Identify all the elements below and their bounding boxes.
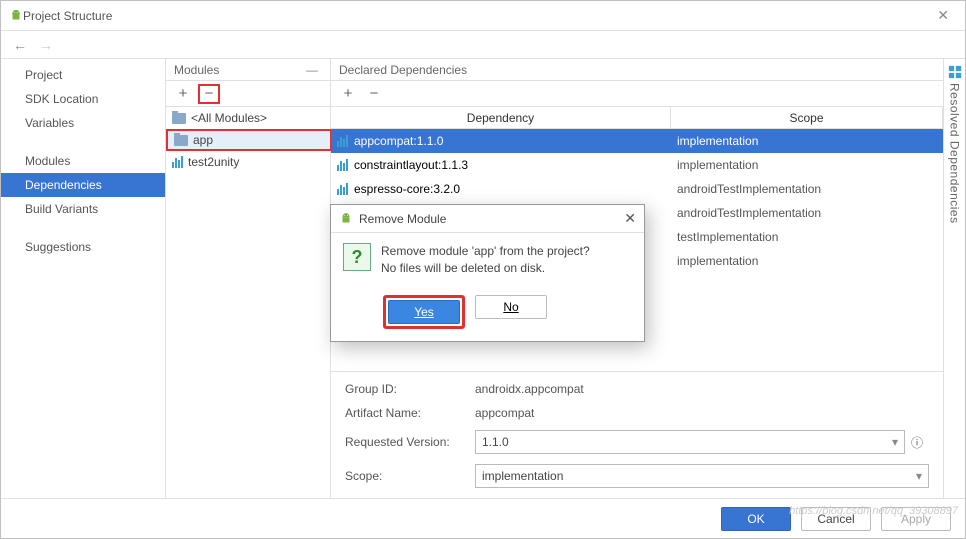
nav-toolbar: ← → — [1, 31, 965, 59]
column-dependency[interactable]: Dependency — [331, 107, 671, 128]
module-label: <All Modules> — [191, 111, 267, 125]
sidebar: Project SDK Location Variables Modules D… — [1, 59, 166, 498]
dialog-line1: Remove module 'app' from the project? — [381, 243, 590, 260]
android-icon — [9, 9, 23, 23]
remove-dependency-button[interactable]: − — [363, 84, 385, 104]
remove-module-dialog: Remove Module ✕ ? Remove module 'app' fr… — [330, 204, 645, 342]
ok-button[interactable]: OK — [721, 507, 791, 531]
dep-scope: implementation — [671, 254, 943, 268]
modules-minimize-icon[interactable]: — — [302, 63, 322, 77]
dep-name: espresso-core:3.2.0 — [354, 182, 460, 196]
deps-header-label: Declared Dependencies — [339, 63, 467, 77]
back-button[interactable]: ← — [13, 37, 27, 53]
rail-label[interactable]: Resolved Dependencies — [948, 83, 962, 224]
sidebar-item-sdk-location[interactable]: SDK Location — [1, 87, 165, 111]
yes-highlight: Yes — [383, 295, 465, 329]
dependency-details: Group ID: androidx.appcompat Artifact Na… — [331, 371, 943, 498]
resolved-deps-icon[interactable] — [948, 65, 962, 79]
column-scope[interactable]: Scope — [671, 107, 943, 128]
remove-module-button[interactable]: − — [198, 84, 220, 104]
window-close-icon[interactable]: ✕ — [929, 7, 957, 24]
no-button[interactable]: No — [475, 295, 547, 319]
sidebar-item-modules[interactable]: Modules — [1, 149, 165, 173]
sidebar-item-project[interactable]: Project — [1, 63, 165, 87]
titlebar: Project Structure ✕ — [1, 1, 965, 31]
add-dependency-button[interactable]: + — [337, 84, 359, 104]
folder-icon — [172, 113, 186, 124]
forward-button[interactable]: → — [39, 37, 53, 53]
sidebar-item-variables[interactable]: Variables — [1, 111, 165, 135]
sidebar-item-dependencies[interactable]: Dependencies — [1, 173, 165, 197]
dep-name: constraintlayout:1.1.3 — [354, 158, 468, 172]
dep-scope: implementation — [671, 158, 943, 172]
dialog-buttons: Yes No — [331, 287, 644, 341]
sidebar-item-suggestions[interactable]: Suggestions — [1, 235, 165, 259]
version-value: 1.1.0 — [482, 435, 509, 449]
question-icon: ? — [343, 243, 371, 271]
scope-select[interactable]: implementation ▾ — [475, 464, 929, 488]
module-label: app — [193, 133, 213, 147]
dialog-message: Remove module 'app' from the project? No… — [381, 243, 590, 277]
bars-icon — [337, 135, 348, 147]
dialog-title: Remove Module — [359, 212, 618, 226]
bottom-bar: OK Cancel Apply — [1, 498, 965, 538]
version-select[interactable]: 1.1.0 ▾ — [475, 430, 905, 454]
dep-row[interactable]: espresso-core:3.2.0 androidTestImplement… — [331, 177, 943, 201]
android-icon — [339, 212, 353, 226]
chevron-down-icon: ▾ — [916, 469, 922, 483]
version-info-icon[interactable]: ⓘ — [905, 434, 929, 451]
folder-icon — [174, 135, 188, 146]
group-id-value: androidx.appcompat — [475, 382, 929, 396]
bars-icon — [172, 156, 183, 168]
group-id-label: Group ID: — [345, 382, 475, 396]
dialog-titlebar: Remove Module ✕ — [331, 205, 644, 233]
yes-button[interactable]: Yes — [388, 300, 460, 324]
right-rail: Resolved Dependencies — [943, 59, 965, 498]
modules-header: Modules — — [166, 59, 330, 81]
watermark: https://blog.csdn.net/qq_39308897 — [789, 505, 958, 517]
module-label: test2unity — [188, 155, 239, 169]
deps-toolbar: + − — [331, 81, 943, 107]
module-item-all[interactable]: <All Modules> — [166, 107, 330, 129]
deps-table-header: Dependency Scope — [331, 107, 943, 129]
sidebar-item-build-variants[interactable]: Build Variants — [1, 197, 165, 221]
modules-header-label: Modules — [174, 63, 219, 77]
dep-scope: implementation — [671, 134, 943, 148]
module-item-app[interactable]: app — [166, 129, 332, 151]
dep-row[interactable]: constraintlayout:1.1.3 implementation — [331, 153, 943, 177]
scope-value: implementation — [482, 469, 563, 483]
deps-header: Declared Dependencies — [331, 59, 943, 81]
dialog-line2: No files will be deleted on disk. — [381, 260, 590, 277]
bars-icon — [337, 183, 348, 195]
add-module-button[interactable]: + — [172, 84, 194, 104]
modules-toolbar: + − — [166, 81, 330, 107]
window-title: Project Structure — [23, 9, 929, 23]
dep-row[interactable]: appcompat:1.1.0 implementation — [331, 129, 943, 153]
bars-icon — [337, 159, 348, 171]
scope-label: Scope: — [345, 469, 475, 483]
dep-scope: androidTestImplementation — [671, 206, 943, 220]
version-label: Requested Version: — [345, 435, 475, 449]
chevron-down-icon: ▾ — [892, 435, 898, 449]
dialog-close-icon[interactable]: ✕ — [624, 210, 636, 227]
modules-column: Modules — + − <All Modules> app — [166, 59, 331, 498]
modules-list: <All Modules> app test2unity — [166, 107, 330, 498]
module-item-test2unity[interactable]: test2unity — [166, 151, 330, 173]
dialog-body: ? Remove module 'app' from the project? … — [331, 233, 644, 287]
artifact-value: appcompat — [475, 406, 929, 420]
artifact-label: Artifact Name: — [345, 406, 475, 420]
dep-scope: androidTestImplementation — [671, 182, 943, 196]
dep-scope: testImplementation — [671, 230, 943, 244]
dep-name: appcompat:1.1.0 — [354, 134, 443, 148]
